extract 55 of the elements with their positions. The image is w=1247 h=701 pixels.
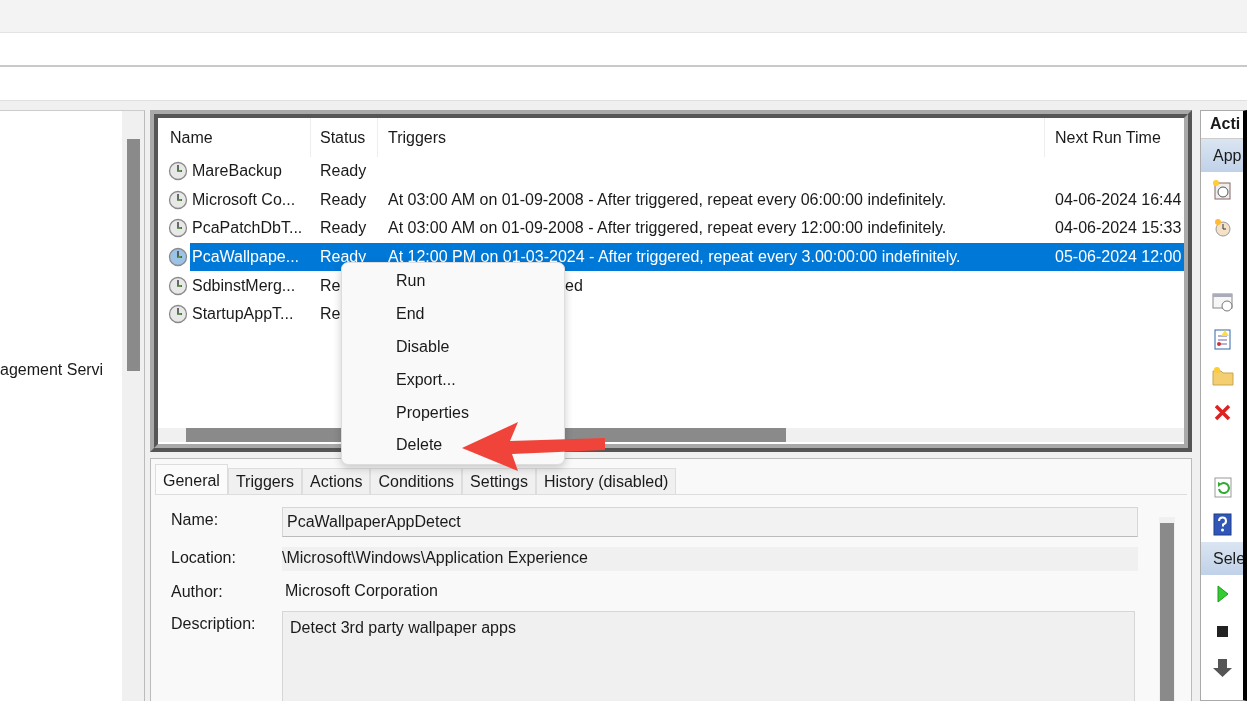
- refresh-icon[interactable]: [1211, 474, 1235, 499]
- column-header[interactable]: Status: [311, 118, 378, 157]
- name-field[interactable]: PcaWallpaperAppDetect: [282, 507, 1138, 537]
- column-header[interactable]: Next Run Time: [1045, 118, 1184, 157]
- help-icon[interactable]: [1211, 511, 1235, 536]
- table-cell: Microsoft Co...: [192, 190, 296, 208]
- table-cell: Re: [320, 276, 341, 294]
- table-cell: Ready: [320, 190, 367, 208]
- clock-icon: [168, 247, 188, 268]
- menu-item[interactable]: Properties: [342, 396, 564, 429]
- table-cell: Re: [320, 305, 341, 323]
- tab[interactable]: Conditions: [370, 468, 463, 494]
- tab[interactable]: Triggers: [227, 468, 302, 494]
- table-cell: MareBackup: [192, 162, 282, 180]
- table-cell: At 12:00 PM on 01-03-2024 - After triggered, repeat every 3.00:00:00 indefinitely.: [388, 248, 961, 266]
- table-cell: 05-06-2024 12:00: [1055, 248, 1182, 266]
- clock-icon: [168, 304, 188, 325]
- clock-icon: [168, 189, 188, 210]
- column-header[interactable]: Triggers: [378, 118, 1045, 157]
- section-header[interactable]: App: [1201, 139, 1243, 172]
- author-value: Microsoft Corporation: [284, 581, 439, 601]
- field-label: Name:: [171, 510, 220, 529]
- tab[interactable]: General: [155, 464, 228, 494]
- menu-item[interactable]: End: [342, 297, 564, 331]
- table-cell: Ready: [320, 162, 367, 180]
- clock-icon: [168, 218, 188, 239]
- table-cell: Ready: [320, 248, 367, 266]
- table-cell: ed: [565, 276, 583, 294]
- tab[interactable]: Settings: [462, 468, 536, 494]
- clock-icon: [168, 275, 188, 296]
- tab[interactable]: History (disabled): [535, 468, 677, 494]
- table-row[interactable]: PcaWallpape... Ready At 12:00 PM on 01-03-2024 - After triggered, repeat every 3.00:00:00 indefinitely. 05-06-2024 12:00: [190, 242, 1184, 272]
- table-cell: 04-06-2024 16:44: [1055, 190, 1182, 208]
- table-cell: At 03:00 AM on 01-09-2008 - After triggered, repeat every 06:00:00 indefinitely.: [388, 190, 947, 208]
- column-header[interactable]: Name: [158, 118, 311, 157]
- table-cell: SdbinstMerg...: [192, 276, 296, 294]
- clock-icon: [168, 161, 188, 182]
- table-cell: PcaPatchDbT...: [192, 219, 303, 237]
- field-label: Description:: [171, 614, 257, 633]
- scrollbar[interactable]: [1159, 517, 1175, 701]
- tab[interactable]: Actions: [302, 468, 371, 494]
- menu-item[interactable]: Delete: [342, 429, 564, 462]
- description-field[interactable]: Detect 3rd party wallpaper apps: [282, 611, 1135, 701]
- menu-item[interactable]: Export...: [342, 363, 564, 397]
- field-label: Author:: [171, 582, 224, 601]
- menu-item[interactable]: Disable: [342, 330, 564, 364]
- scrollbar[interactable]: [122, 111, 144, 701]
- tree-item[interactable]: agement Servi: [0, 361, 104, 379]
- field-label: Location:: [171, 548, 237, 567]
- table-cell: StartupAppT...: [192, 305, 294, 323]
- table-cell: Ready: [320, 219, 367, 237]
- table-cell: At 03:00 AM on 01-09-2008 - After triggered, repeat every 12:00:00 indefinitely.: [388, 219, 947, 237]
- table-cell: 04-06-2024 15:33: [1055, 219, 1182, 237]
- location-value: \Microsoft\Windows\Application Experience: [282, 547, 1138, 571]
- table-cell: PcaWallpape...: [192, 248, 299, 266]
